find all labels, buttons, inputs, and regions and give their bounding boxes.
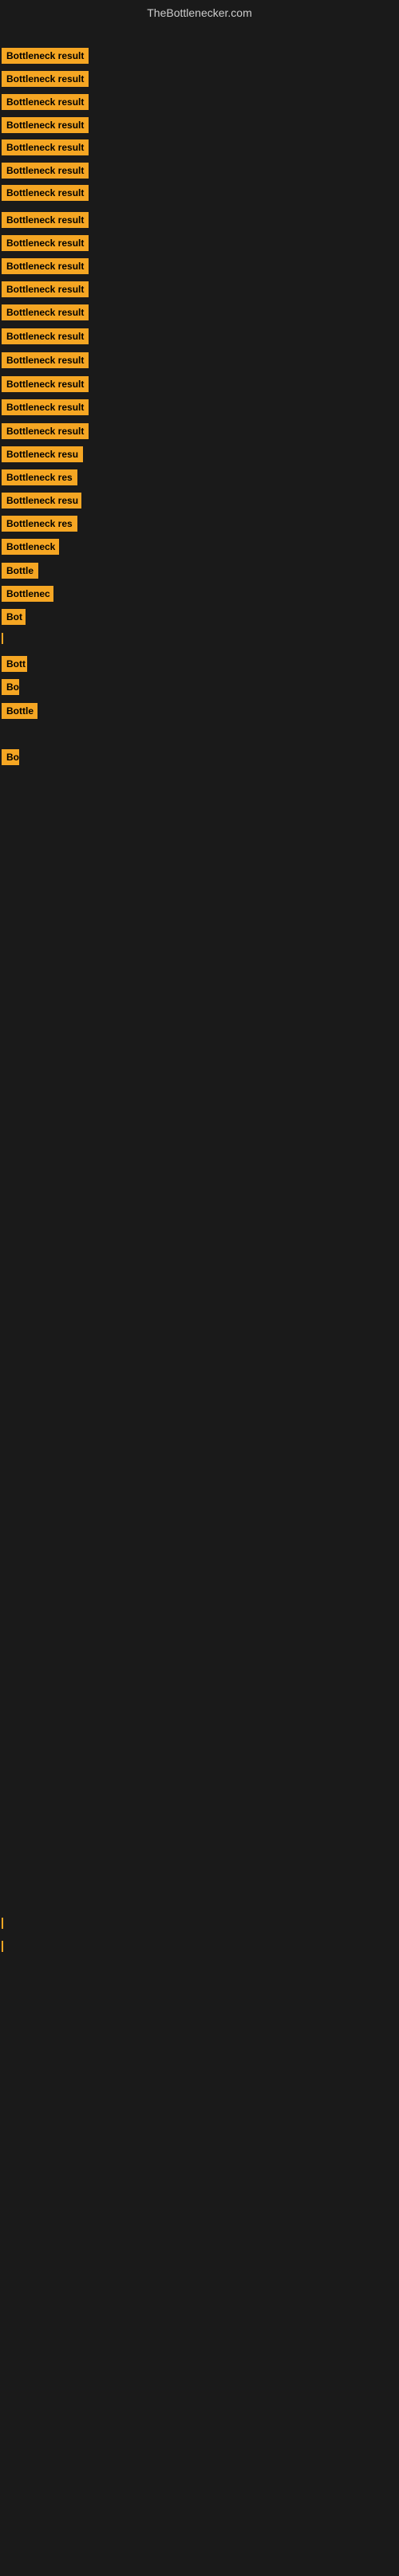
bottleneck-badge-29[interactable]: Bottle [2, 703, 38, 719]
bottleneck-badge-row-8: Bottleneck result [2, 212, 89, 232]
bottleneck-badge-21[interactable]: Bottleneck res [2, 516, 77, 532]
bottleneck-badge-row-4: Bottleneck result [2, 117, 89, 137]
bottleneck-badge-7[interactable]: Bottleneck result [2, 185, 89, 201]
bottleneck-badge-18[interactable]: Bottleneck resu [2, 446, 83, 462]
bottleneck-line-32 [2, 1941, 3, 1952]
bottleneck-badge-row-13: Bottleneck result [2, 328, 89, 348]
bottleneck-badge-row-29: Bottle [2, 703, 38, 723]
bottleneck-badge-row-5: Bottleneck result [2, 139, 89, 159]
bottleneck-badge-15[interactable]: Bottleneck result [2, 376, 89, 392]
bottleneck-badge-3[interactable]: Bottleneck result [2, 94, 89, 110]
bottleneck-badge-row-1: Bottleneck result [2, 48, 89, 68]
bottleneck-badge-row-27: Bott [2, 656, 27, 676]
bottleneck-badge-row-18: Bottleneck resu [2, 446, 83, 466]
bottleneck-line-26 [2, 633, 3, 644]
site-title: TheBottlenecker.com [0, 0, 399, 26]
bottleneck-badge-row-3: Bottleneck result [2, 94, 89, 114]
bottleneck-badge-30[interactable]: Bo [2, 749, 19, 765]
bottleneck-badge-row-30: Bo [2, 749, 19, 769]
bottleneck-badge-22[interactable]: Bottleneck [2, 539, 59, 555]
bottleneck-badge-23[interactable]: Bottle [2, 563, 38, 579]
bottleneck-badge-row-6: Bottleneck result [2, 163, 89, 183]
bottleneck-badge-row-7: Bottleneck result [2, 185, 89, 205]
bottleneck-badge-row-24: Bottlenec [2, 586, 53, 606]
bottleneck-badge-row-20: Bottleneck resu [2, 493, 81, 512]
bottleneck-badge-24[interactable]: Bottlenec [2, 586, 53, 602]
bottleneck-badge-row-10: Bottleneck result [2, 258, 89, 278]
bottleneck-badge-9[interactable]: Bottleneck result [2, 235, 89, 251]
bottleneck-badge-25[interactable]: Bot [2, 609, 26, 625]
bottleneck-badge-19[interactable]: Bottleneck res [2, 469, 77, 485]
bottleneck-line-31 [2, 1918, 3, 1929]
bottleneck-badge-row-25: Bot [2, 609, 26, 629]
bottleneck-badge-row-12: Bottleneck result [2, 304, 89, 324]
bottleneck-badge-12[interactable]: Bottleneck result [2, 304, 89, 320]
bottleneck-badge-14[interactable]: Bottleneck result [2, 352, 89, 368]
bottleneck-badge-1[interactable]: Bottleneck result [2, 48, 89, 64]
bottleneck-badge-20[interactable]: Bottleneck resu [2, 493, 81, 509]
bottleneck-badge-27[interactable]: Bott [2, 656, 27, 672]
bottleneck-badge-28[interactable]: Bo [2, 679, 19, 695]
bottleneck-badge-row-19: Bottleneck res [2, 469, 77, 489]
bottleneck-badge-row-11: Bottleneck result [2, 281, 89, 301]
bottleneck-badge-5[interactable]: Bottleneck result [2, 139, 89, 155]
bottleneck-badge-row-23: Bottle [2, 563, 38, 583]
bottleneck-badge-row-17: Bottleneck result [2, 423, 89, 443]
bottleneck-badge-row-2: Bottleneck result [2, 71, 89, 91]
bottleneck-badge-10[interactable]: Bottleneck result [2, 258, 89, 274]
bottleneck-badge-row-28: Bo [2, 679, 19, 699]
bottleneck-badge-4[interactable]: Bottleneck result [2, 117, 89, 133]
bottleneck-badge-17[interactable]: Bottleneck result [2, 423, 89, 439]
bottleneck-badge-row-15: Bottleneck result [2, 376, 89, 396]
bottleneck-badge-2[interactable]: Bottleneck result [2, 71, 89, 87]
bottleneck-badge-row-16: Bottleneck result [2, 399, 89, 419]
bottleneck-badge-6[interactable]: Bottleneck result [2, 163, 89, 179]
bottleneck-badge-16[interactable]: Bottleneck result [2, 399, 89, 415]
bottleneck-badge-row-22: Bottleneck [2, 539, 59, 559]
bottleneck-badge-row-9: Bottleneck result [2, 235, 89, 255]
bottleneck-badge-row-14: Bottleneck result [2, 352, 89, 372]
bottleneck-badge-8[interactable]: Bottleneck result [2, 212, 89, 228]
bottleneck-badge-11[interactable]: Bottleneck result [2, 281, 89, 297]
bottleneck-badge-13[interactable]: Bottleneck result [2, 328, 89, 344]
bottleneck-badge-row-21: Bottleneck res [2, 516, 77, 536]
